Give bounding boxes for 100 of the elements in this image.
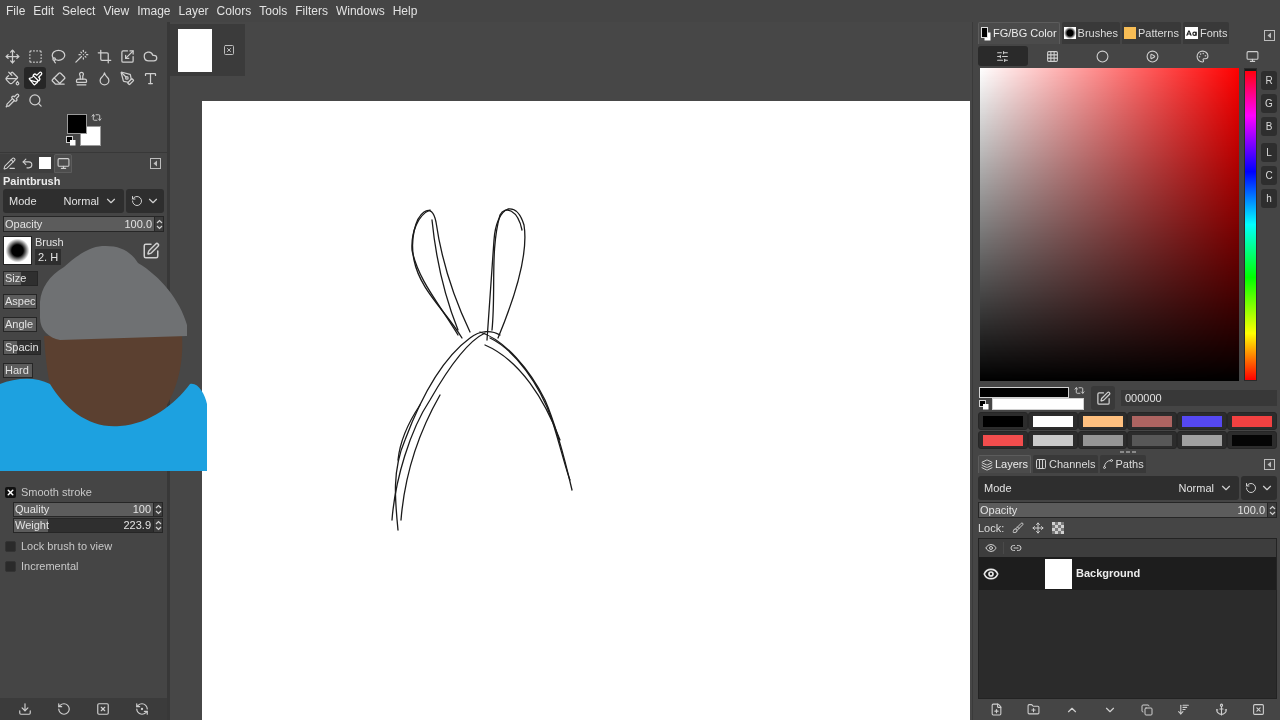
- close-icon[interactable]: [223, 44, 235, 56]
- mode-dropdown[interactable]: Mode Normal: [3, 189, 124, 213]
- lasso-icon: [50, 48, 66, 64]
- slider[interactable]: Opacity 100.0: [3, 216, 164, 232]
- dock-tab[interactable]: Layers: [978, 455, 1032, 473]
- spin-arrows-icon[interactable]: [154, 504, 162, 515]
- channel-button[interactable]: G: [1261, 94, 1277, 113]
- paint-bucket-icon: [4, 70, 20, 86]
- reset-mode-button[interactable]: [126, 189, 164, 213]
- hex-field[interactable]: 000000: [1121, 390, 1277, 406]
- menu-item[interactable]: Colors: [216, 4, 252, 18]
- dashed-square-icon: [27, 48, 43, 64]
- move-icon[interactable]: [1032, 522, 1045, 534]
- menu-item[interactable]: File: [6, 4, 26, 18]
- pattern-tile-icon: [1123, 27, 1136, 39]
- channel-button[interactable]: L: [1261, 143, 1277, 162]
- slider[interactable]: Aspec: [3, 294, 37, 309]
- hue-slider[interactable]: [1244, 68, 1257, 381]
- channel-button[interactable]: B: [1261, 117, 1277, 136]
- menu-item[interactable]: Windows: [335, 4, 385, 18]
- panel-menu-icon[interactable]: [1264, 459, 1275, 470]
- spin-arrows-icon[interactable]: [154, 520, 162, 531]
- panel-menu-icon[interactable]: [150, 157, 161, 169]
- spin-arrows-icon[interactable]: [1268, 504, 1276, 516]
- reset-mode-button[interactable]: [1241, 476, 1277, 500]
- channel-button[interactable]: R: [1261, 71, 1277, 90]
- x-box-icon[interactable]: [1251, 703, 1265, 716]
- slider[interactable]: Angle: [3, 317, 37, 332]
- hue-marker[interactable]: [1245, 69, 1256, 71]
- slider[interactable]: Opacity 100.0: [978, 502, 1277, 518]
- foreground-swatch-icon[interactable]: [979, 387, 1069, 398]
- menu-item[interactable]: View: [103, 4, 130, 18]
- rotate-left-icon[interactable]: [57, 702, 72, 716]
- slider[interactable]: Spacin: [3, 340, 41, 355]
- default-colors-icon[interactable]: [979, 400, 989, 410]
- checkbox[interactable]: [5, 560, 16, 572]
- menu-item[interactable]: Help: [392, 4, 418, 18]
- fg-bg-swatches-icon[interactable]: [67, 114, 102, 147]
- file-plus-icon[interactable]: [990, 703, 1004, 716]
- folder-plus-icon[interactable]: [1027, 703, 1041, 716]
- palette-entry[interactable]: [1027, 431, 1078, 449]
- dock-tab[interactable]: Channels: [1033, 455, 1098, 473]
- copy-icon[interactable]: [1141, 703, 1154, 716]
- tool-button[interactable]: [24, 67, 46, 89]
- default-colors-icon[interactable]: [66, 136, 76, 146]
- slider[interactable]: Size: [3, 271, 38, 286]
- circle-icon: [1096, 49, 1110, 63]
- spin-arrows-icon[interactable]: [155, 218, 163, 230]
- crop-icon: [96, 48, 112, 64]
- menu-item[interactable]: Layer: [178, 4, 209, 18]
- dock-tab[interactable]: Paths: [1099, 455, 1146, 473]
- image-tab[interactable]: [170, 24, 245, 76]
- swap-arrows-icon[interactable]: [91, 112, 102, 123]
- background-swatch-icon[interactable]: [992, 398, 1084, 410]
- swap-arrows-icon[interactable]: [1074, 385, 1085, 396]
- palette-entry[interactable]: [1077, 412, 1128, 430]
- wand-icon: [73, 48, 89, 64]
- brush-name-field[interactable]: 2. H: [35, 249, 61, 265]
- palette-entry[interactable]: [1027, 412, 1078, 430]
- slider[interactable]: Weight 223.9: [13, 518, 163, 533]
- panel-menu-icon[interactable]: [1264, 30, 1275, 41]
- stamp-icon: [73, 70, 89, 86]
- x-box-icon[interactable]: [95, 702, 110, 716]
- edit-icon: [1095, 390, 1111, 406]
- menu-item[interactable]: Edit: [33, 4, 55, 18]
- dock-tab[interactable]: FG/BG Color: [978, 22, 1060, 44]
- link-icon: [1009, 542, 1022, 554]
- anchor-icon[interactable]: [1214, 703, 1228, 716]
- menu-item[interactable]: Tools: [259, 4, 288, 18]
- checkbox[interactable]: [5, 486, 16, 498]
- channel-button[interactable]: h: [1261, 189, 1277, 208]
- checkbox[interactable]: [5, 540, 16, 552]
- slider[interactable]: Hard: [3, 363, 33, 378]
- brush-preview-icon[interactable]: [3, 236, 32, 265]
- menu-item[interactable]: Select: [62, 4, 96, 18]
- channel-button[interactable]: C: [1261, 166, 1277, 185]
- slider[interactable]: Quality 100: [13, 502, 163, 517]
- dock-tab[interactable]: [54, 153, 72, 173]
- brush-icon[interactable]: [1012, 522, 1025, 534]
- dock-tab[interactable]: Patterns: [1121, 22, 1181, 44]
- checkerboard-icon[interactable]: [1052, 522, 1065, 534]
- sort-down-icon[interactable]: [1177, 703, 1191, 716]
- menu-item[interactable]: Image: [137, 4, 171, 18]
- layer-row[interactable]: Background: [979, 557, 1276, 590]
- dock-tab[interactable]: Fonts: [1182, 22, 1230, 44]
- edit-icon[interactable]: [142, 241, 160, 260]
- color-mode-button[interactable]: [978, 46, 1028, 66]
- color-field[interactable]: [980, 68, 1240, 381]
- dock-tab[interactable]: Brushes: [1061, 22, 1120, 44]
- mode-dropdown[interactable]: Mode Normal: [978, 476, 1239, 500]
- color-picker-button[interactable]: [1091, 386, 1115, 410]
- tool-title: Paintbrush: [3, 174, 62, 189]
- download-icon[interactable]: [18, 702, 33, 716]
- dock-tab[interactable]: [18, 153, 36, 173]
- menu-item[interactable]: Filters: [295, 4, 328, 18]
- palette-entry[interactable]: [1177, 431, 1228, 449]
- play-circle-icon: [1145, 49, 1159, 63]
- refresh-dot-icon[interactable]: [134, 702, 149, 716]
- dock-tab[interactable]: [36, 153, 54, 173]
- dock-tab[interactable]: [0, 153, 18, 173]
